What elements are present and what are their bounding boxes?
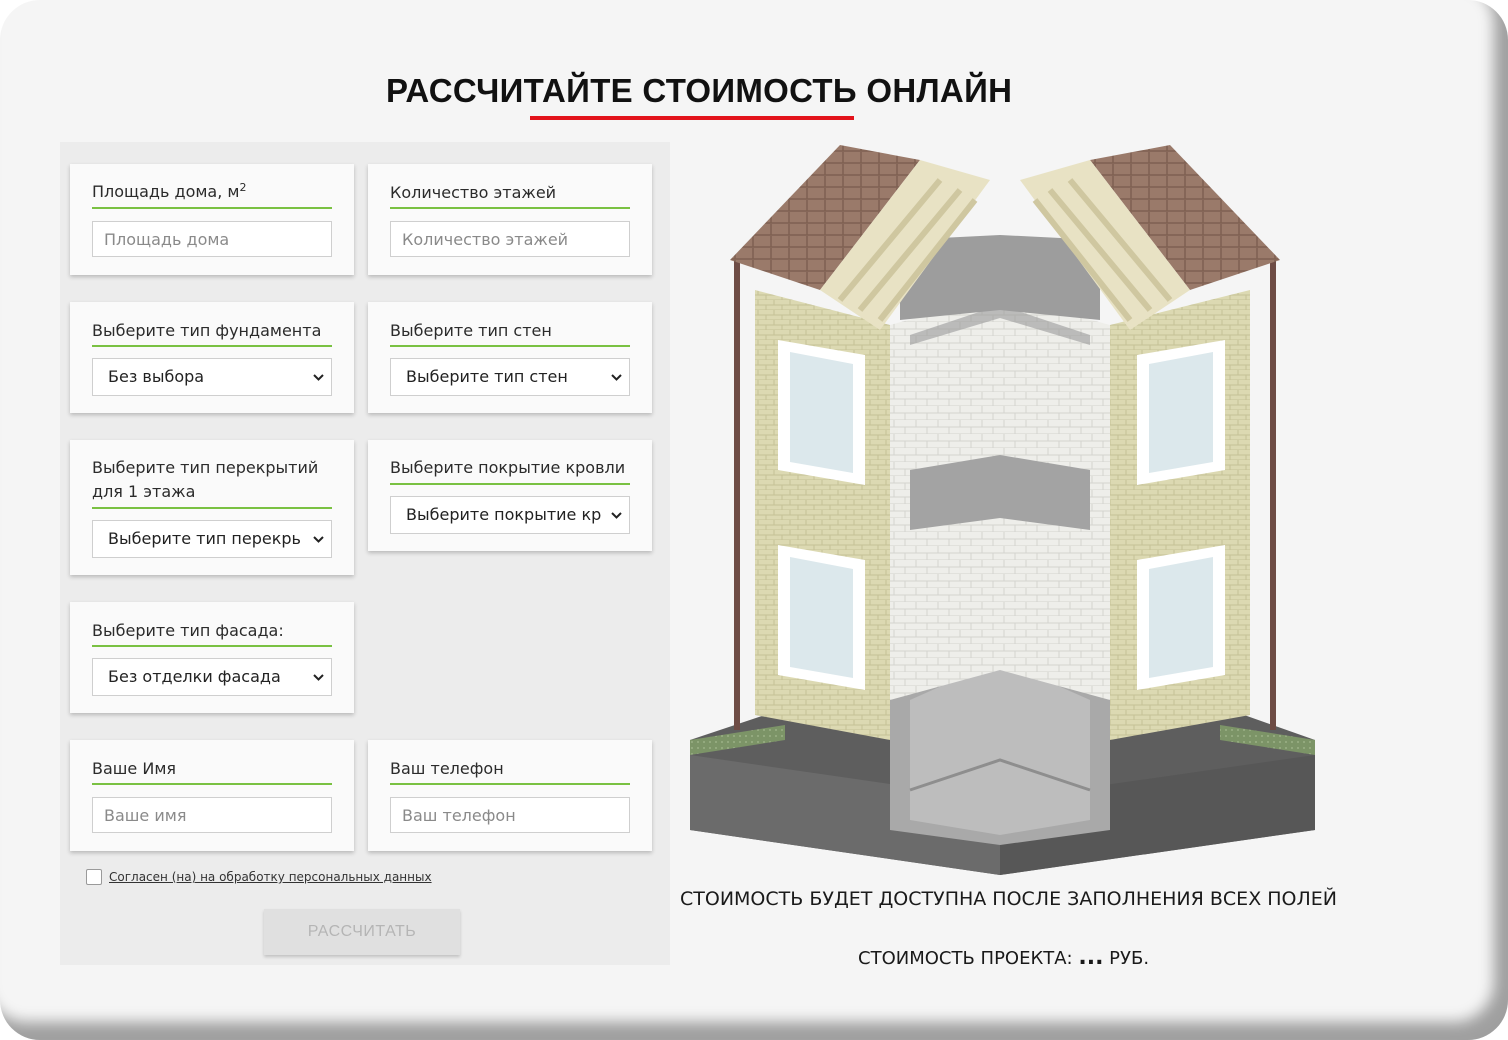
facade-select-value: Без отделки фасада bbox=[108, 667, 281, 686]
project-price: СТОИМОСТЬ ПРОЕКТА: ... РУБ. bbox=[858, 945, 1149, 970]
phone-input[interactable]: Ваш телефон bbox=[390, 797, 630, 833]
roof-card: Выберите покрытие кровли Выберите покрыт… bbox=[368, 440, 652, 551]
phone-card: Ваш телефон Ваш телефон bbox=[368, 740, 652, 851]
name-input[interactable]: Ваше имя bbox=[92, 797, 332, 833]
calculate-button[interactable]: РАССЧИТАТЬ bbox=[264, 909, 460, 955]
slabs-label: Выберите тип перекрытий для 1 этажа bbox=[92, 458, 319, 501]
facade-card: Выберите тип фасада: Без отделки фасада bbox=[70, 602, 354, 713]
area-label-underline bbox=[92, 207, 332, 209]
chevron-down-icon bbox=[609, 359, 623, 395]
title-underline bbox=[530, 116, 854, 120]
area-unit-superscript: 2 bbox=[239, 181, 247, 194]
name-label-underline bbox=[92, 783, 332, 785]
walls-label-underline bbox=[390, 345, 630, 347]
walls-card: Выберите тип стен Выберите тип стен bbox=[368, 302, 652, 413]
calculator-form: Площадь дома, м2 Площадь дома Количество… bbox=[60, 142, 670, 965]
roof-label: Выберите покрытие кровли bbox=[390, 458, 626, 477]
consent-checkbox[interactable] bbox=[86, 869, 102, 885]
floors-card: Количество этажей Количество этажей bbox=[368, 164, 652, 275]
slabs-select[interactable]: Выберите тип перекрь bbox=[92, 520, 332, 558]
price-status-message: СТОИМОСТЬ БУДЕТ ДОСТУПНА ПОСЛЕ ЗАПОЛНЕНИ… bbox=[680, 888, 1337, 910]
foundation-select[interactable]: Без выбора bbox=[92, 358, 332, 396]
area-input[interactable]: Площадь дома bbox=[92, 221, 332, 257]
walls-select[interactable]: Выберите тип стен bbox=[390, 358, 630, 396]
floors-label-underline bbox=[390, 207, 630, 209]
floors-input[interactable]: Количество этажей bbox=[390, 221, 630, 257]
slabs-select-value: Выберите тип перекрь bbox=[108, 529, 301, 548]
area-card: Площадь дома, м2 Площадь дома bbox=[70, 164, 354, 275]
facade-label-underline bbox=[92, 645, 332, 647]
chevron-down-icon bbox=[311, 521, 325, 557]
name-label: Ваше Имя bbox=[92, 759, 177, 778]
price-unit: РУБ. bbox=[1109, 948, 1150, 969]
house-cutaway-illustration bbox=[690, 145, 1315, 875]
chevron-down-icon bbox=[609, 497, 623, 533]
area-label: Площадь дома, м2 bbox=[92, 181, 247, 201]
facade-label: Выберите тип фасада: bbox=[92, 621, 284, 640]
consent-row: Согласен (на) на обработку персональных … bbox=[86, 869, 432, 885]
name-card: Ваше Имя Ваше имя bbox=[70, 740, 354, 851]
foundation-card: Выберите тип фундамента Без выбора bbox=[70, 302, 354, 413]
slabs-label-underline bbox=[92, 507, 332, 509]
price-prefix: СТОИМОСТЬ ПРОЕКТА: bbox=[858, 948, 1073, 969]
foundation-label: Выберите тип фундамента bbox=[92, 321, 322, 340]
foundation-label-underline bbox=[92, 345, 332, 347]
walls-label: Выберите тип стен bbox=[390, 321, 552, 340]
phone-label: Ваш телефон bbox=[390, 759, 504, 778]
page-title: РАССЧИТАЙТЕ СТОИМОСТЬ ОНЛАЙН bbox=[386, 72, 1013, 109]
roof-select[interactable]: Выберите покрытие кр bbox=[390, 496, 630, 534]
phone-label-underline bbox=[390, 783, 630, 785]
roof-select-value: Выберите покрытие кр bbox=[406, 505, 602, 524]
slabs-card: Выберите тип перекрытий для 1 этажа Выбер… bbox=[70, 440, 354, 575]
foundation-select-value: Без выбора bbox=[108, 367, 205, 386]
price-value: ... bbox=[1078, 945, 1104, 970]
consent-link[interactable]: Согласен (на) на обработку персональных … bbox=[109, 870, 432, 884]
page-frame: РАССЧИТАЙТЕ СТОИМОСТЬ ОНЛАЙН Площадь дом… bbox=[0, 0, 1508, 1040]
floors-label: Количество этажей bbox=[390, 183, 557, 202]
roof-label-underline bbox=[390, 483, 630, 485]
facade-select[interactable]: Без отделки фасада bbox=[92, 658, 332, 696]
chevron-down-icon bbox=[311, 659, 325, 695]
walls-select-value: Выберите тип стен bbox=[406, 367, 568, 386]
chevron-down-icon bbox=[311, 359, 325, 395]
